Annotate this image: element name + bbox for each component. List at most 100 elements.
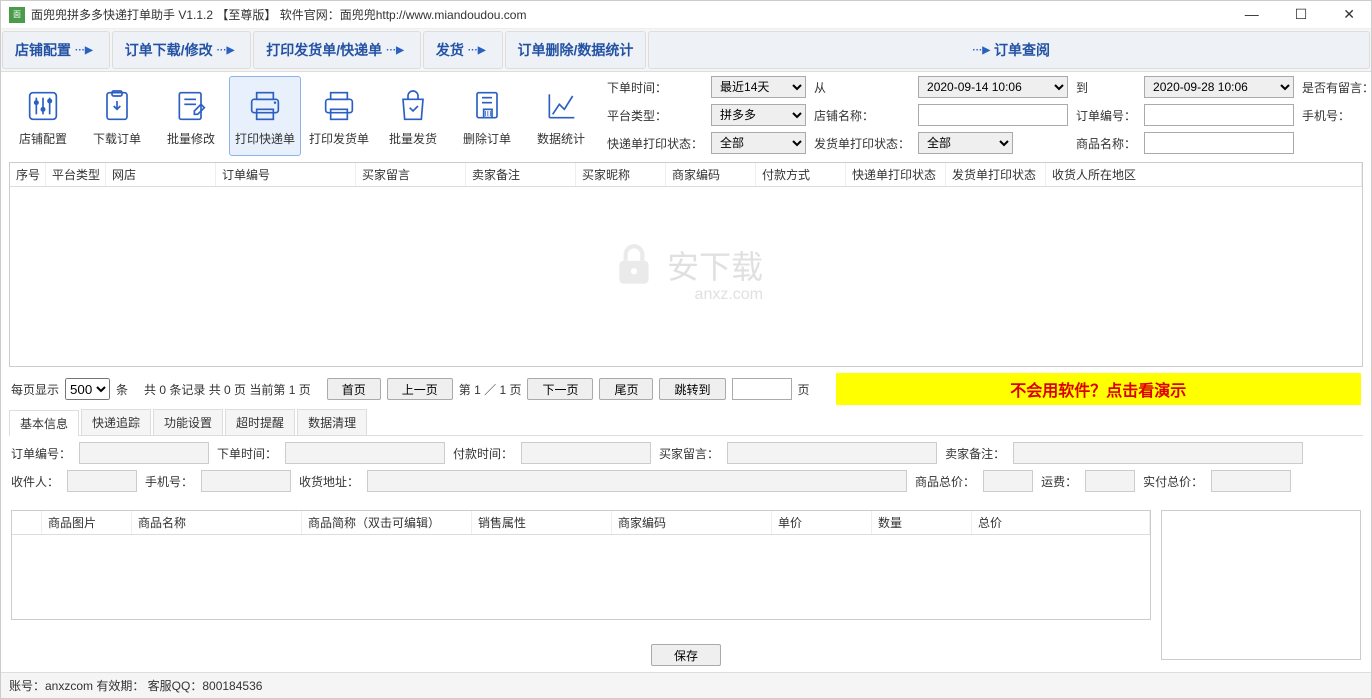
product-input[interactable] <box>1144 132 1294 154</box>
pcol-total[interactable]: 总价 <box>972 511 1150 534</box>
tab-order-download[interactable]: 订单下载/修改···▶ <box>112 31 252 69</box>
col-buyer-nick[interactable]: 买家昵称 <box>576 163 666 186</box>
detail-buyer-msg-input[interactable] <box>727 442 937 464</box>
edit-icon <box>171 86 211 126</box>
express-print-select[interactable]: 全部 <box>711 132 806 154</box>
col-pay-method[interactable]: 付款方式 <box>756 163 846 186</box>
detail-recv-label: 收件人： <box>11 473 59 490</box>
pcol-attr[interactable]: 销售属性 <box>472 511 612 534</box>
tool-delete-order[interactable]: 删除订单 <box>451 76 523 156</box>
time-label: 下单时间： <box>607 79 703 96</box>
product-label: 商品名称： <box>1076 135 1136 152</box>
printer-icon <box>245 86 285 126</box>
pcol-qty[interactable]: 数量 <box>872 511 972 534</box>
subtab-cleanup[interactable]: 数据清理 <box>297 409 367 435</box>
subtab-basic[interactable]: 基本信息 <box>9 410 79 436</box>
lock-icon <box>609 240 659 290</box>
col-merchant-code[interactable]: 商家编码 <box>666 163 756 186</box>
close-button[interactable]: ✕ <box>1335 4 1363 25</box>
clipboard-download-icon <box>97 86 137 126</box>
save-button[interactable]: 保存 <box>651 644 721 666</box>
detail-time-input[interactable] <box>285 442 445 464</box>
tool-print-ship[interactable]: 打印发货单 <box>303 76 375 156</box>
detail-realtotal-input[interactable] <box>1211 470 1291 492</box>
col-ship-print[interactable]: 发货单打印状态 <box>946 163 1046 186</box>
tool-shop-config[interactable]: 店铺配置 <box>7 76 79 156</box>
tool-batch-ship[interactable]: 批量发货 <box>377 76 449 156</box>
express-print-label: 快递单打印状态： <box>607 135 703 152</box>
tab-delete-stats[interactable]: 订单删除/数据统计 <box>505 31 647 69</box>
col-region[interactable]: 收货人所在地区 <box>1046 163 1362 186</box>
per-page-select[interactable]: 500 <box>65 378 110 400</box>
minimize-button[interactable]: — <box>1237 4 1267 25</box>
from-label: 从 <box>814 79 910 96</box>
subtab-settings[interactable]: 功能设置 <box>153 409 223 435</box>
col-order[interactable]: 订单编号 <box>216 163 356 186</box>
jump-input[interactable] <box>732 378 792 400</box>
subtab-tracking[interactable]: 快递追踪 <box>81 409 151 435</box>
col-seq[interactable]: 序号 <box>10 163 46 186</box>
tab-ship[interactable]: 发货···▶ <box>423 31 503 69</box>
col-express-print[interactable]: 快递单打印状态 <box>846 163 946 186</box>
main-tabs: 店铺配置···▶ 订单下载/修改···▶ 打印发货单/快递单···▶ 发货···… <box>1 29 1371 72</box>
first-page-button[interactable]: 首页 <box>327 378 381 400</box>
tab-print[interactable]: 打印发货单/快递单···▶ <box>253 31 421 69</box>
detail-seller-note-input[interactable] <box>1013 442 1303 464</box>
shop-input[interactable] <box>918 104 1068 126</box>
platform-select[interactable]: 拼多多 <box>711 104 806 126</box>
pcol-price[interactable]: 单价 <box>772 511 872 534</box>
chart-icon <box>541 86 581 126</box>
tab-shop-config[interactable]: 店铺配置···▶ <box>2 31 110 69</box>
col-platform[interactable]: 平台类型 <box>46 163 106 186</box>
order-table: 序号 平台类型 网店 订单编号 买家留言 卖家备注 买家昵称 商家编码 付款方式… <box>9 162 1363 367</box>
pcol-name[interactable]: 商品名称 <box>132 511 302 534</box>
pcol-short[interactable]: 商品简称（双击可编辑） <box>302 511 472 534</box>
time-select[interactable]: 最近14天 <box>711 76 806 98</box>
statusbar: 账号：anxzcom 有效期： 客服QQ：800184536 <box>1 672 1371 698</box>
subtab-timeout[interactable]: 超时提醒 <box>225 409 295 435</box>
help-banner[interactable]: 不会用软件？点击看演示 <box>836 373 1361 405</box>
tool-stats[interactable]: 数据统计 <box>525 76 597 156</box>
col-shop[interactable]: 网店 <box>106 163 216 186</box>
pcol-blank[interactable] <box>12 511 42 534</box>
detail-order-label: 订单编号： <box>11 445 71 462</box>
next-page-button[interactable]: 下一页 <box>527 378 593 400</box>
detail-tabs: 基本信息 快递追踪 功能设置 超时提醒 数据清理 <box>9 409 1363 436</box>
detail-panel: 订单编号： 下单时间： 付款时间： 买家留言： 卖家备注： 收件人： 手机号： … <box>11 442 1361 498</box>
detail-order-input[interactable] <box>79 442 209 464</box>
detail-shipfee-label: 运费： <box>1041 473 1077 490</box>
order-label: 订单编号： <box>1076 107 1136 124</box>
tool-print-express[interactable]: 打印快递单 <box>229 76 301 156</box>
detail-shipfee-input[interactable] <box>1085 470 1135 492</box>
pager: 每页显示 500 条 共 0 条记录 共 0 页 当前第 1 页 首页 上一页 … <box>1 369 1371 409</box>
tool-download-order[interactable]: 下载订单 <box>81 76 153 156</box>
col-buyer-msg[interactable]: 买家留言 <box>356 163 466 186</box>
pcol-code[interactable]: 商家编码 <box>612 511 772 534</box>
order-input[interactable] <box>1144 104 1294 126</box>
prev-page-button[interactable]: 上一页 <box>387 378 453 400</box>
tab-order-query[interactable]: ···▶订单查阅 <box>648 31 1370 69</box>
maximize-button[interactable]: ☐ <box>1287 4 1316 25</box>
detail-realtotal-label: 实付总价： <box>1143 473 1203 490</box>
to-label: 到 <box>1076 79 1136 96</box>
ship-print-select[interactable]: 全部 <box>918 132 1013 154</box>
msg-label: 是否有留言： <box>1302 79 1372 96</box>
detail-total-input[interactable] <box>983 470 1033 492</box>
to-date[interactable]: 2020-09-28 10:06 <box>1144 76 1294 98</box>
toolbar: 店铺配置 下载订单 批量修改 打印快递单 打印发货单 批量发货 <box>7 76 597 156</box>
trash-doc-icon <box>467 86 507 126</box>
detail-pay-input[interactable] <box>521 442 651 464</box>
jump-button[interactable]: 跳转到 <box>659 378 725 400</box>
detail-recv-input[interactable] <box>67 470 137 492</box>
col-seller-note[interactable]: 卖家备注 <box>466 163 576 186</box>
pcol-image[interactable]: 商品图片 <box>42 511 132 534</box>
from-date[interactable]: 2020-09-14 10:06 <box>918 76 1068 98</box>
last-page-button[interactable]: 尾页 <box>599 378 653 400</box>
tool-batch-edit[interactable]: 批量修改 <box>155 76 227 156</box>
product-table: 商品图片 商品名称 商品简称（双击可编辑） 销售属性 商家编码 单价 数量 总价 <box>11 510 1151 620</box>
detail-addr-input[interactable] <box>367 470 907 492</box>
detail-phone-input[interactable] <box>201 470 291 492</box>
titlebar: 面 面兜兜拼多多快递打单助手 V1.1.2 【至尊版】 软件官网：面兜兜http… <box>1 1 1371 29</box>
per-page-suffix: 条 <box>116 381 128 398</box>
detail-buyer-msg-label: 买家留言： <box>659 445 719 462</box>
